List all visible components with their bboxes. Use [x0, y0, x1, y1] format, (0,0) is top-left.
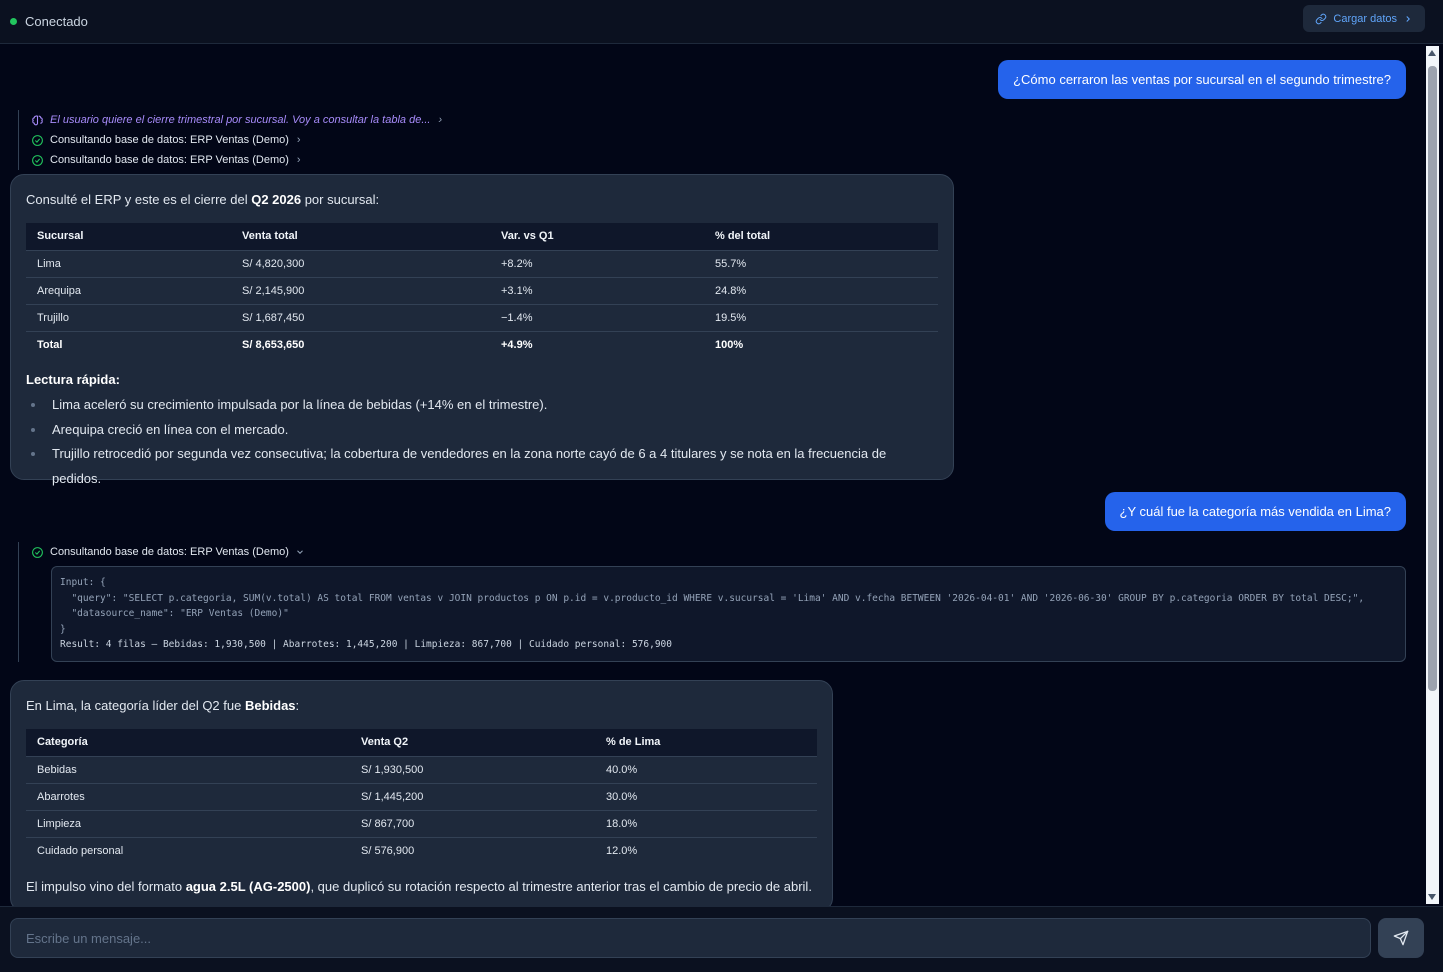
table-row: Bebidas S/ 1,930,500 40.0% [26, 755, 817, 783]
table-cell: S/ 1,930,500 [350, 755, 595, 783]
table-row: Lima S/ 4,820,300 +8.2% 55.7% [26, 249, 938, 277]
table-cell: Total [26, 330, 231, 358]
table-cell: S/ 1,687,450 [231, 303, 490, 331]
category-sales-table: Categoría Venta Q2 % de Lima Bebidas S/ … [26, 729, 817, 864]
table-cell: 12.0% [595, 836, 817, 864]
thinking-step[interactable]: El usuario quiere el cierre trimestral p… [31, 110, 442, 130]
chat-transcript: ¿Cómo cerraron las ventas por sucursal e… [0, 44, 1422, 906]
table-header: Sucursal [37, 230, 84, 243]
tool-step[interactable]: Consultando base de datos: ERP Ventas (D… [31, 150, 442, 170]
table-cell: −1.4% [490, 303, 704, 331]
chevron-right-icon [1406, 15, 1410, 22]
table-cell: 18.0% [595, 809, 817, 837]
table-cell: +4.9% [490, 330, 704, 358]
table-cell: S/ 2,145,900 [231, 276, 490, 304]
load-data-label: Cargar datos [1333, 12, 1397, 25]
table-header: % del total [715, 230, 771, 243]
table-header-row: Sucursal Venta total Var. vs Q1 % del to… [26, 223, 938, 250]
table-header: Venta Q2 [361, 736, 409, 749]
table-row: Cuidado personal S/ 576,900 12.0% [26, 836, 817, 864]
link-icon [1316, 13, 1327, 24]
tool-step-label: Consultando base de datos: ERP Ventas (D… [50, 546, 289, 558]
table-header: Var. vs Q1 [501, 230, 554, 243]
tool-call: Consultando base de datos: ERP Ventas (D… [18, 542, 1406, 662]
table-cell: S/ 1,445,200 [350, 782, 595, 810]
assistant-intro: En Lima, la categoría líder del Q2 fue B… [26, 698, 300, 713]
table-header: Categoría [37, 736, 88, 749]
table-cell: Arequipa [26, 276, 231, 304]
message-input[interactable] [10, 918, 1371, 958]
scroll-up-arrow-icon[interactable] [1428, 50, 1436, 56]
list-item: Arequipa creció en línea con el mercado. [26, 418, 938, 443]
assistant-steps: El usuario quiere el cierre trimestral p… [18, 110, 442, 170]
chevron-right-icon: › [438, 114, 443, 126]
brain-icon [32, 114, 43, 125]
table-cell: 40.0% [595, 755, 817, 783]
connection-status: Conectado [25, 14, 88, 29]
chevron-right-icon: › [296, 154, 301, 166]
table-header-row: Categoría Venta Q2 % de Lima [26, 729, 817, 756]
table-cell: 30.0% [595, 782, 817, 810]
table-cell: +8.2% [490, 249, 704, 277]
top-bar: Conectado Cargar datos [0, 0, 1443, 44]
tool-step[interactable]: Consultando base de datos: ERP Ventas (D… [31, 130, 442, 150]
tool-step-label: Consultando base de datos: ERP Ventas (D… [50, 134, 289, 146]
table-cell: S/ 867,700 [350, 809, 595, 837]
table-cell: 100% [704, 330, 938, 358]
connection-status-dot [10, 18, 17, 25]
table-cell: S/ 8,653,650 [231, 330, 490, 358]
table-row: Limpieza S/ 867,700 18.0% [26, 809, 817, 837]
assistant-outro: El impulso vino del formato agua 2.5L (A… [26, 879, 812, 894]
user-message: ¿Y cuál fue la categoría más vendida en … [1104, 492, 1406, 531]
table-cell: Trujillo [26, 303, 231, 331]
chat-scrollbar[interactable] [1426, 46, 1439, 904]
chevron-down-icon [297, 550, 303, 554]
table-header: % de Lima [606, 736, 661, 749]
table-total-row: Total S/ 8,653,650 +4.9% 100% [26, 330, 938, 358]
scroll-down-arrow-icon[interactable] [1428, 894, 1436, 900]
send-button[interactable] [1378, 918, 1424, 958]
table-cell: 24.8% [704, 276, 938, 304]
check-circle-icon [32, 134, 43, 146]
summary-list: Lima aceleró su crecimiento impulsada po… [26, 393, 938, 491]
list-item: Lima aceleró su crecimiento impulsada po… [26, 393, 938, 418]
tool-step-expanded[interactable]: Consultando base de datos: ERP Ventas (D… [31, 542, 1406, 562]
assistant-message: Consulté el ERP y este es el cierre del … [10, 174, 954, 486]
table-cell: Cuidado personal [26, 836, 350, 864]
table-cell: Limpieza [26, 809, 350, 837]
table-cell: Bebidas [26, 755, 350, 783]
check-circle-icon [32, 154, 43, 166]
tool-result: Result: 4 filas — Bebidas: 1,930,500 | A… [60, 639, 672, 650]
summary-title: Lectura rápida: [26, 372, 120, 387]
scrollbar-thumb[interactable] [1428, 66, 1437, 691]
table-cell: S/ 576,900 [350, 836, 595, 864]
table-row: Abarrotes S/ 1,445,200 30.0% [26, 782, 817, 810]
tool-step-label: Consultando base de datos: ERP Ventas (D… [50, 154, 289, 166]
table-row: Arequipa S/ 2,145,900 +3.1% 24.8% [26, 276, 938, 304]
table-cell: Lima [26, 249, 231, 277]
tool-input: Input: { "query": "SELECT p.categoria, S… [60, 577, 1365, 635]
list-item: Trujillo retrocedió por segunda vez cons… [26, 442, 938, 491]
table-cell: +3.1% [490, 276, 704, 304]
table-cell: 55.7% [704, 249, 938, 277]
table-cell: S/ 4,820,300 [231, 249, 490, 277]
assistant-intro: Consulté el ERP y este es el cierre del … [26, 192, 380, 207]
user-message: ¿Cómo cerraron las ventas por sucursal e… [998, 60, 1406, 99]
assistant-message: En Lima, la categoría líder del Q2 fue B… [10, 680, 833, 906]
message-composer [0, 906, 1443, 972]
thinking-text: El usuario quiere el cierre trimestral p… [50, 114, 431, 126]
chevron-right-icon: › [296, 134, 301, 146]
send-icon [1393, 930, 1409, 946]
table-cell: 19.5% [704, 303, 938, 331]
load-data-button[interactable]: Cargar datos [1303, 5, 1425, 32]
table-cell: Abarrotes [26, 782, 350, 810]
tool-code-output: Input: { "query": "SELECT p.categoria, S… [51, 566, 1406, 662]
check-circle-icon [32, 546, 43, 558]
branch-sales-table: Sucursal Venta total Var. vs Q1 % del to… [26, 223, 938, 358]
table-row: Trujillo S/ 1,687,450 −1.4% 19.5% [26, 303, 938, 331]
table-header: Venta total [242, 230, 298, 243]
